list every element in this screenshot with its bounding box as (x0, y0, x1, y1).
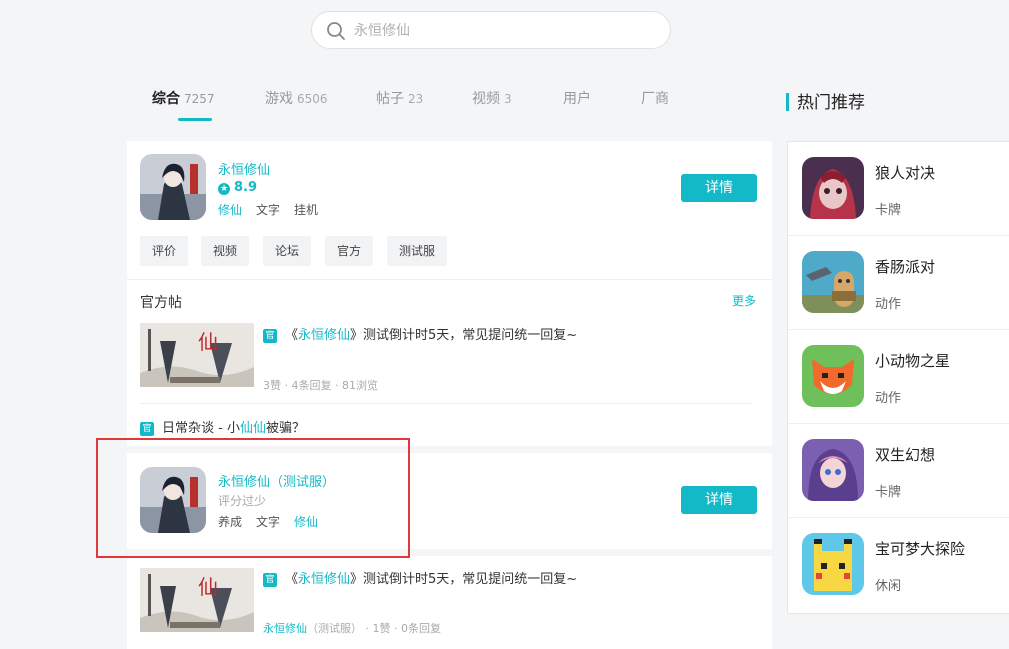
official-badge-icon: 官 (263, 329, 277, 343)
svg-text:仙: 仙 (198, 575, 218, 599)
tab-videos[interactable]: 视频 3 (472, 88, 512, 108)
detail-button[interactable]: 详情 (681, 486, 757, 514)
tab-all[interactable]: 综合 7257 (152, 88, 215, 121)
recommend-item-category: 卡牌 (875, 485, 902, 500)
tab-label: 厂商 (641, 91, 669, 107)
title-text: 被骗？ (265, 421, 305, 436)
tag-item[interactable]: 修仙 (218, 203, 242, 217)
recommend-item[interactable]: 宝可梦大探险 休闲 (788, 518, 1009, 612)
post-card: 仙 官《永恒修仙》测试倒计时5天，常见提问统一回复~ 永恒修仙（测试服） · 1… (127, 556, 772, 649)
recommend-item-name: 双生幻想 (875, 446, 936, 464)
werewolf-game-icon (802, 157, 864, 219)
divider (140, 403, 752, 404)
chip-test-server[interactable]: 测试服 (387, 236, 448, 266)
recommend-item-name: 狼人对决 (875, 164, 936, 182)
tab-label: 视频 (472, 91, 500, 107)
tab-count: 23 (408, 92, 424, 106)
svg-text:仙: 仙 (198, 330, 218, 354)
chip-videos[interactable]: 视频 (201, 236, 250, 266)
tab-count: 7257 (184, 92, 215, 106)
search-icon (327, 22, 345, 40)
recommend-item-category: 卡牌 (875, 203, 902, 218)
fox-game-icon (802, 345, 864, 407)
recommend-item-name: 香肠派对 (875, 258, 936, 276)
recommend-item-name: 宝可梦大探险 (875, 540, 966, 558)
chip-forum[interactable]: 论坛 (263, 236, 312, 266)
official-badge-icon: 官 (140, 422, 154, 436)
meta-game-link[interactable]: 永恒修仙 (263, 622, 307, 635)
tab-label: 游戏 (265, 91, 293, 107)
title-text: 《 (285, 572, 299, 587)
rating-value: 8.9 (234, 180, 258, 195)
post-title[interactable]: 官日常杂谈 - 小仙仙被骗？ (140, 417, 305, 436)
tab-users[interactable]: 用户 (563, 88, 591, 108)
sidebar-title-text: 热门推荐 (797, 93, 865, 113)
search-input[interactable] (354, 20, 654, 42)
official-badge-icon: 官 (263, 573, 277, 587)
more-link[interactable]: 更多 (732, 292, 756, 309)
divider (127, 279, 772, 280)
highlight-box (96, 438, 410, 558)
title-text: 》测试倒计时5天，常见提问统一回复~ (350, 328, 578, 343)
title-link[interactable]: 永恒修仙 (298, 572, 350, 587)
title-text: 日常杂谈 - 小 (162, 421, 240, 436)
game-icon[interactable] (140, 154, 206, 220)
recommend-item-category: 动作 (875, 297, 902, 312)
meta-text: （测试服） · 1赞 · 0条回复 (307, 622, 441, 635)
post-meta: 永恒修仙（测试服） · 1赞 · 0条回复 (263, 620, 441, 636)
pikachu-cube-icon (802, 533, 864, 595)
tab-label: 帖子 (376, 91, 404, 107)
search-bar[interactable] (311, 11, 671, 49)
tab-games[interactable]: 游戏 6506 (265, 88, 328, 108)
tab-count: 3 (504, 92, 512, 106)
title-text: 》测试倒计时5天，常见提问统一回复~ (350, 572, 578, 587)
official-posts-title: 官方帖 (140, 295, 182, 311)
active-tab-indicator (178, 118, 212, 121)
sausage-party-icon (802, 251, 864, 313)
post-title[interactable]: 官《永恒修仙》测试倒计时5天，常见提问统一回复~ (263, 568, 577, 587)
tab-count: 6506 (297, 92, 328, 106)
post-title[interactable]: 官《永恒修仙》测试倒计时5天，常见提问统一回复~ (263, 324, 577, 343)
recommend-list: 狼人对决 卡牌 香肠派对 动作 小动物之星 动作 双生幻想 卡牌 宝可梦大探险 … (787, 141, 1009, 614)
recommend-item[interactable]: 小动物之星 动作 (788, 330, 1009, 424)
post-thumbnail[interactable]: 仙 (140, 323, 254, 387)
tab-label: 用户 (563, 91, 591, 107)
star-icon: ★ (218, 183, 230, 195)
title-link[interactable]: 仙仙 (240, 421, 266, 436)
game-tags: 修仙 文字 挂机 (218, 201, 332, 218)
post-meta: 3赞 · 4条回复 · 81浏览 (263, 379, 378, 392)
tab-posts[interactable]: 帖子 23 (376, 88, 423, 108)
game-name-link[interactable]: 永恒修仙 (218, 159, 270, 178)
recommend-item[interactable]: 狼人对决 卡牌 (788, 142, 1009, 236)
tag-item[interactable]: 挂机 (294, 203, 318, 217)
sidebar-title: 热门推荐 (786, 88, 865, 113)
game-rating: ★ 8.9 (218, 180, 257, 195)
chip-reviews[interactable]: 评价 (140, 236, 189, 266)
title-marker (786, 93, 789, 111)
tab-vendors[interactable]: 厂商 (641, 88, 669, 108)
title-text: 《 (285, 328, 299, 343)
chip-official[interactable]: 官方 (325, 236, 374, 266)
detail-button[interactable]: 详情 (681, 174, 757, 202)
recommend-item[interactable]: 双生幻想 卡牌 (788, 424, 1009, 518)
anime-girl-game-icon (802, 439, 864, 501)
tab-label: 综合 (152, 91, 180, 107)
recommend-item[interactable]: 香肠派对 动作 (788, 236, 1009, 330)
recommend-item-category: 动作 (875, 391, 902, 406)
game-result-card: 永恒修仙 ★ 8.9 修仙 文字 挂机 详情 评价 视频 论坛 官方 测试服 官方帖 … (127, 141, 772, 446)
post-thumbnail[interactable]: 仙 (140, 568, 254, 632)
tag-item[interactable]: 文字 (256, 203, 280, 217)
recommend-item-category: 休闲 (875, 579, 902, 594)
title-link[interactable]: 永恒修仙 (298, 328, 350, 343)
recommend-item-name: 小动物之星 (875, 352, 951, 370)
